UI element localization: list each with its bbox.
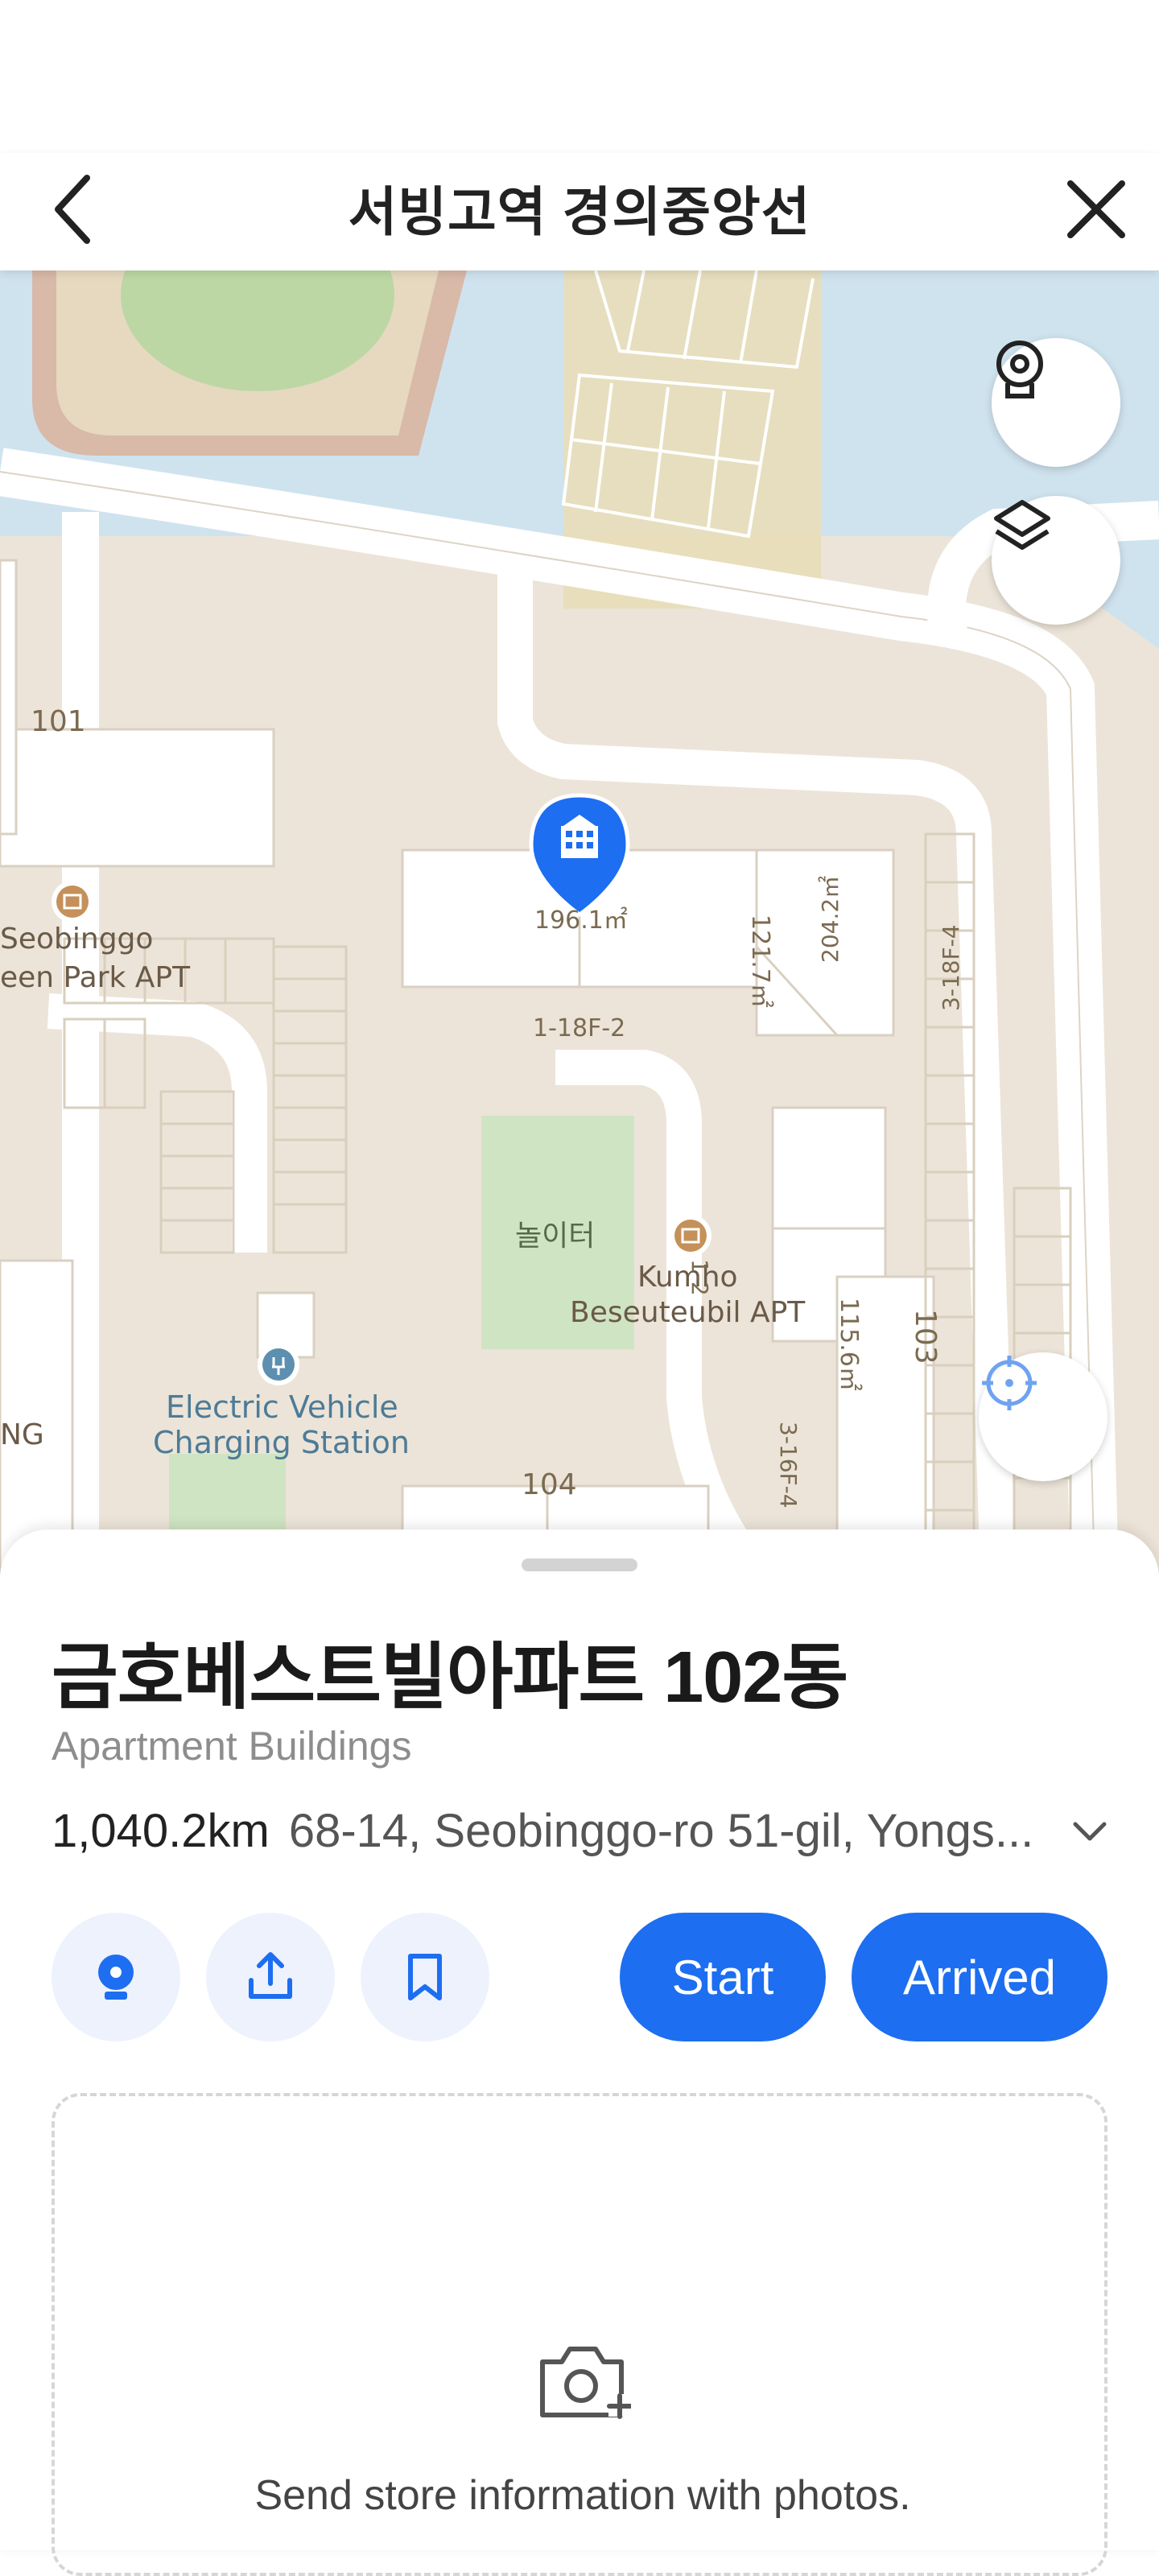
map-label-area-1156: 115.6㎡ [835, 1298, 863, 1391]
map-label-playground: 놀이터 [515, 1220, 596, 1253]
streetview-action-button[interactable] [52, 1913, 180, 2041]
map-label-area-1961: 196.1㎡ [534, 906, 628, 935]
map-label-103: 103 [909, 1309, 942, 1364]
place-category: Apartment Buildings [52, 1724, 412, 1769]
share-icon [249, 1952, 292, 1999]
distance-text: 1,040.2km [52, 1804, 270, 1857]
photo-upload-box[interactable]: Send store information with photos. [52, 2093, 1107, 2576]
map-label-code-316f4: 3-16F-4 [775, 1422, 802, 1509]
close-icon [1067, 180, 1125, 238]
map-label-ev-station: Electric Vehicle [166, 1389, 398, 1425]
sheet-drag-handle[interactable] [522, 1558, 637, 1571]
map-label-seobinggo-park: een Park APT [0, 961, 191, 994]
map-view[interactable]: 101 Seobinggo een Park APT 196.1㎡ 121.7㎡… [0, 270, 1159, 1575]
bookmark-button[interactable] [361, 1913, 489, 2041]
place-detail-sheet: 금호베스트빌아파트 102동 Apartment Buildings 1,040… [0, 1530, 1159, 2576]
camera-add-icon [540, 2347, 631, 2419]
locate-button[interactable] [979, 1352, 1107, 1481]
map-label-code-318f4: 3-18F-4 [938, 924, 964, 1011]
photo-upload-text: Send store information with photos. [254, 2472, 911, 2519]
action-row: Start Arrived [52, 1913, 1107, 2041]
layers-button[interactable] [992, 496, 1120, 625]
top-bar: 서빙고역 경의중앙선 [0, 153, 1159, 270]
share-button[interactable] [206, 1913, 335, 2041]
page-title: 서빙고역 경의중앙선 [348, 182, 811, 242]
map-label-area-1217: 121.7㎡ [746, 914, 774, 1008]
place-name: 금호베스트빌아파트 102동 [52, 1637, 848, 1718]
status-bar [0, 0, 1159, 153]
map-label-ev-station-2: Charging Station [153, 1425, 410, 1460]
address-row[interactable]: 1,040.2km 68-14, Seobinggo-ro 51-gil, Yo… [52, 1800, 1114, 1861]
bookmark-icon [408, 1954, 442, 2000]
arrived-button[interactable]: Arrived [852, 1913, 1107, 2041]
start-button[interactable]: Start [620, 1913, 826, 2041]
address-text: 68-14, Seobinggo-ro 51-gil, Yongs... [288, 1804, 1034, 1857]
map-label-edge: NG [0, 1418, 44, 1451]
close-button[interactable] [1030, 161, 1127, 258]
map-label-104: 104 [522, 1468, 577, 1501]
map-label-101: 101 [31, 705, 86, 738]
map-label-kumho-apt: Beseuteubil APT [570, 1296, 806, 1329]
map-label-code-118f2: 1-18F-2 [533, 1014, 626, 1042]
layers-icon [994, 500, 1050, 550]
streetview-icon [996, 341, 1043, 398]
streetview-icon [98, 1955, 134, 2000]
streetview-button[interactable] [992, 338, 1120, 467]
chevron-down-icon[interactable] [1066, 1806, 1114, 1855]
map-label-seobinggo: Seobinggo [0, 923, 154, 956]
map-label-area-2042: 204.2㎡ [817, 875, 843, 963]
crosshair-icon [982, 1356, 1037, 1410]
map-label-code-side: 1-2 [687, 1259, 713, 1296]
